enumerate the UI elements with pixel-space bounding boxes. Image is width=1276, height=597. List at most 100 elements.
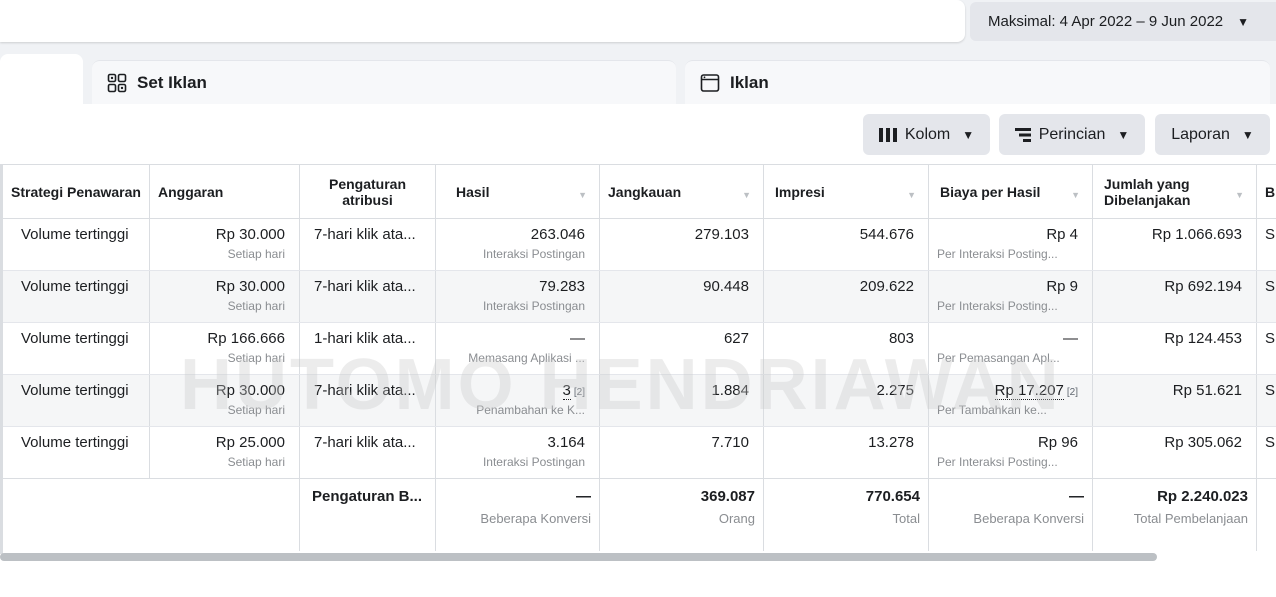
adset-grid-icon: [106, 72, 128, 94]
cell-reach: 1.884: [600, 375, 764, 426]
horizontal-scrollbar[interactable]: [0, 553, 1157, 561]
cell-attribution: 7-hari klik ata...: [300, 375, 436, 426]
cell-bid-strategy-value: Volume tertinggi: [21, 226, 129, 243]
header-reach[interactable]: Jangkauan ▼: [600, 165, 764, 219]
cell-impressions-value: 544.676: [859, 226, 914, 243]
cell-amount-spent-value: Rp 692.194: [1164, 278, 1242, 295]
cell-attribution: 7-hari klik ata...: [300, 427, 436, 478]
footnote-marker[interactable]: [2]: [574, 387, 585, 398]
total-impressions-sub: Total: [892, 511, 920, 526]
cell-results-subtext: Penambahan ke K...: [476, 403, 585, 417]
cell-cost-per-result: Rp 4 Per Interaksi Posting...: [929, 219, 1093, 270]
header-impressions[interactable]: Impresi ▼: [764, 165, 929, 219]
tab-adsets[interactable]: Set Iklan: [92, 60, 676, 105]
cell-attribution: 1-hari klik ata...: [300, 323, 436, 374]
cell-budget-subtext: Setiap hari: [227, 455, 285, 469]
search-filter-bar[interactable]: [0, 0, 965, 42]
cell-cost-per-result-value: Rp 17.207: [994, 382, 1064, 400]
header-amount-spent[interactable]: Jumlah yang Dibelanjakan ▼: [1093, 165, 1257, 219]
caret-down-icon: ▼: [1237, 14, 1250, 29]
caret-down-icon: ▼: [1117, 127, 1130, 142]
cell-bid-strategy: Volume tertinggi: [3, 375, 150, 426]
cell-amount-spent: Rp 1.066.693: [1093, 219, 1257, 270]
cell-next-column: S: [1257, 375, 1276, 426]
cell-impressions-value: 803: [888, 330, 914, 347]
header-cost-per-result[interactable]: Biaya per Hasil ▼: [929, 165, 1093, 219]
cell-results-subtext: Interaksi Postingan: [482, 299, 585, 313]
cell-impressions-value: 209.622: [859, 278, 914, 295]
cell-budget: Rp 30.000 Setiap hari: [150, 219, 300, 270]
cell-amount-spent-value: Rp 1.066.693: [1151, 226, 1242, 243]
cell-bid-strategy-value: Volume tertinggi: [21, 330, 129, 347]
table-row[interactable]: Volume tertinggi Rp 166.666 Setiap hari 1-h…: [3, 323, 1276, 375]
header-label: Anggaran: [158, 184, 224, 200]
tab-campaigns[interactable]: [0, 54, 83, 106]
cell-budget: Rp 25.000 Setiap hari: [150, 427, 300, 478]
table-row[interactable]: Volume tertinggi Rp 25.000 Setiap hari 7-ha…: [3, 427, 1276, 479]
columns-label: Kolom: [904, 125, 951, 143]
header-attribution[interactable]: Pengaturan atribusi: [300, 165, 436, 219]
header-bid-strategy[interactable]: Strategi Penawaran: [3, 165, 150, 219]
table-header: Strategi Penawaran Anggaran Pengaturan a…: [3, 164, 1276, 219]
cell-budget: Rp 166.666 Setiap hari: [150, 323, 300, 374]
cell-attribution: 7-hari klik ata...: [300, 219, 436, 270]
cell-budget: Rp 30.000 Setiap hari: [150, 271, 300, 322]
footnote-marker[interactable]: [2]: [1067, 387, 1078, 398]
cell-cost-per-result-subtext: Per Interaksi Posting...: [937, 455, 1058, 469]
total-attribution: Pengaturan B...: [300, 479, 436, 551]
header-budget[interactable]: Anggaran: [150, 165, 300, 219]
cell-cost-per-result-subtext: Per Tambahkan ke...: [937, 403, 1047, 417]
cell-budget-value: Rp 25.000: [215, 434, 285, 451]
cell-amount-spent: Rp 305.062: [1093, 427, 1257, 478]
date-range-button[interactable]: Maksimal: 4 Apr 2022 – 9 Jun 2022 ▼: [970, 2, 1276, 41]
cell-results-subtext: Interaksi Postingan: [482, 455, 585, 469]
caret-down-icon: ▼: [962, 127, 975, 142]
table-row[interactable]: Volume tertinggi Rp 30.000 Setiap hari 7-ha…: [3, 271, 1276, 323]
header-next-column[interactable]: B: [1257, 165, 1276, 219]
table-row[interactable]: Volume tertinggi Rp 30.000 Setiap hari 7-ha…: [3, 219, 1276, 271]
total-results-value: —: [576, 488, 591, 505]
cell-results: 3 [2] Penambahan ke K...: [436, 375, 600, 426]
cell-reach-value: 627: [723, 330, 749, 347]
cell-bid-strategy-value: Volume tertinggi: [21, 382, 129, 399]
cell-attribution-value: 7-hari klik ata...: [314, 226, 416, 243]
cell-reach-value: 7.710: [711, 434, 749, 451]
cell-next-column-value: S: [1265, 226, 1276, 243]
cell-next-column-value: S: [1265, 278, 1276, 295]
cell-impressions: 209.622: [764, 271, 929, 322]
columns-button[interactable]: Kolom ▼: [863, 114, 990, 155]
header-label: Pengaturan atribusi: [328, 176, 406, 208]
cell-results-value: 3.164: [547, 434, 585, 451]
cell-cost-per-result-value: Rp 4: [1046, 226, 1078, 243]
header-label: B: [1265, 184, 1276, 200]
cell-results: — Memasang Aplikasi ...: [436, 323, 600, 374]
cell-cost-per-result-value: Rp 9: [1046, 278, 1078, 295]
caret-down-icon: ▼: [1241, 127, 1254, 142]
total-spent-value: Rp 2.240.023: [1157, 488, 1248, 505]
reports-button[interactable]: Laporan ▼: [1155, 114, 1270, 155]
table-row[interactable]: Volume tertinggi Rp 30.000 Setiap hari 7-ha…: [3, 375, 1276, 427]
sort-icon: ▼: [578, 190, 587, 200]
cell-budget-value: Rp 30.000: [215, 278, 285, 295]
cell-impressions-value: 13.278: [868, 434, 914, 451]
cell-bid-strategy-value: Volume tertinggi: [21, 434, 129, 451]
breakdown-button[interactable]: Perincian ▼: [999, 114, 1145, 155]
cell-bid-strategy-value: Volume tertinggi: [21, 278, 129, 295]
header-results[interactable]: Hasil ▼: [436, 165, 600, 219]
ad-window-icon: [699, 72, 721, 94]
tab-ads[interactable]: Iklan: [685, 60, 1270, 105]
breakdown-label: Perincian: [1038, 125, 1106, 143]
cell-next-column-value: S: [1265, 330, 1276, 347]
cell-attribution-value: 7-hari klik ata...: [314, 434, 416, 451]
total-cpr-value: —: [1069, 488, 1084, 505]
cell-impressions: 2.275: [764, 375, 929, 426]
total-impressions-value: 770.654: [865, 488, 920, 505]
cell-budget-value: Rp 30.000: [215, 226, 285, 243]
table-panel: Kolom ▼ Perincian ▼ Laporan ▼ Strategi P…: [0, 104, 1276, 597]
date-range-label: Maksimal: 4 Apr 2022 – 9 Jun 2022: [988, 13, 1224, 30]
columns-icon: [878, 127, 897, 143]
header-label: Jangkauan: [608, 184, 682, 200]
cell-attribution-value: 7-hari klik ata...: [314, 278, 416, 295]
cell-bid-strategy: Volume tertinggi: [3, 323, 150, 374]
tab-adsets-label: Set Iklan: [137, 73, 207, 92]
